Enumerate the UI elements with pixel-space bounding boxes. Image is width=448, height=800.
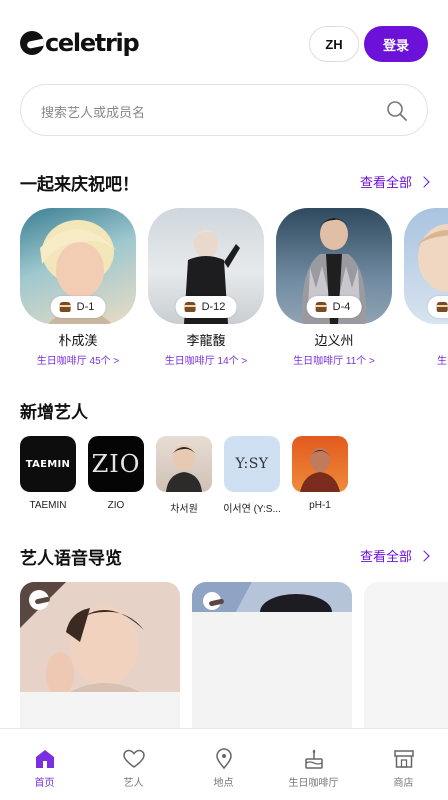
birthday-section-title: 一起来庆祝吧！ [20,175,139,194]
birthday-cafes-link[interactable]: 生日咖啡厅 45个 > [20,352,136,367]
tab-birthday-cafes[interactable]: 生日咖啡厅 [269,729,358,800]
voice-guide-title: 艺人语音导览 [20,549,122,568]
cake-icon [184,302,196,312]
artist-thumbnail[interactable]: ZIO [88,436,144,492]
tab-label: 生日咖啡厅 [288,778,339,789]
celetrip-badge-icon [29,590,49,610]
cake-icon [59,302,71,312]
artist-thumbnail[interactable]: TAEMIN [20,436,76,492]
cake-icon [436,302,448,312]
dday-text: D-12 [201,301,226,313]
dday-badge: D- [427,296,448,318]
birthday-cafes-link[interactable]: 生日咖啡厅 11个 > [276,352,392,367]
new-artists-title: 新增艺人 [20,403,88,422]
birthday-cafes-link[interactable]: 生日咖啡厅 [404,352,448,367]
zio-logo-text: ZIO [91,450,141,478]
artist-name[interactable]: 边义州 [276,330,392,349]
new-artist-item[interactable]: ZIO ZIO [88,436,144,511]
artist-name: pH-1 [309,500,331,511]
artist-name: 이서연 (Y:S... [223,504,281,515]
tab-label: 艺人 [123,778,144,789]
new-artist-item[interactable]: pH-1 [292,436,348,511]
cake-icon [304,749,323,769]
artist-name: 차서원 [170,504,198,515]
artist-name: ZIO [107,500,125,511]
dday-text: D-4 [332,301,351,313]
artist-thumbnail[interactable]: Y:SY [224,436,280,492]
dday-text: D-1 [76,301,95,313]
artist-photo[interactable]: D-4 [276,208,392,324]
dday-badge: D-4 [306,296,362,318]
heart-icon [122,749,145,768]
voice-guide-card[interactable] [364,582,448,728]
tab-places[interactable]: 地点 [179,729,268,800]
tab-label: 地点 [213,778,234,789]
tab-store[interactable]: 商店 [359,729,448,800]
dday-badge: D-12 [175,296,237,318]
artist-name[interactable]: 李龍馥 [148,330,264,349]
birthday-card[interactable]: D- 关 生日咖啡厅 [404,208,448,367]
chevron-right-icon [418,175,430,188]
voice-guide-card[interactable] [20,582,180,728]
home-icon [35,750,54,768]
artist-name[interactable]: 关 [404,330,448,349]
new-artist-item[interactable]: TAEMIN TAEMIN [20,436,76,511]
tab-label: 首页 [34,778,55,789]
birthday-card[interactable]: D-12 李龍馥 生日咖啡厅 14个 > [148,208,264,367]
celetrip-logo[interactable]: celetrip [20,29,140,57]
birthday-cafes-link[interactable]: 生日咖啡厅 14个 > [148,352,264,367]
new-artist-item[interactable]: 차서원 [156,436,212,515]
new-artists-row[interactable]: TAEMIN TAEMIN ZIO ZIO 차서원 Y:SY 이서연 (Y:S.… [20,436,448,516]
birthday-card[interactable]: D-1 朴成渼 生日咖啡厅 45个 > [20,208,136,367]
birthday-card[interactable]: D-4 边义州 生日咖啡厅 11个 > [276,208,392,367]
artist-name: TAEMIN [29,500,67,511]
search-placeholder[interactable]: 搜索艺人或成员名 [41,102,145,121]
artist-name[interactable]: 朴成渼 [20,330,136,349]
see-all-label: 查看全部 [359,175,412,190]
bottom-tab-bar: 首页 艺人 地点 生日咖啡厅 商店 [0,728,448,800]
language-button[interactable]: ZH [309,26,359,62]
artist-photo[interactable]: D- [404,208,448,324]
taemin-logo-text: TAEMIN [25,458,71,470]
search-bar[interactable]: 搜索艺人或成员名 [20,84,428,136]
tab-artists[interactable]: 艺人 [89,729,178,800]
cake-icon [315,302,327,312]
dday-badge: D-1 [50,296,106,318]
birthday-carousel[interactable]: D-1 朴成渼 生日咖啡厅 45个 > D-12 李龍馥 生日咖啡厅 14个 > [20,208,448,368]
tab-home[interactable]: 首页 [0,729,89,800]
birthday-see-all-link[interactable]: 查看全部 [359,172,430,191]
logo-mark-icon [20,31,44,55]
location-pin-icon [215,748,232,770]
voice-guide-see-all-link[interactable]: 查看全部 [359,546,430,565]
artist-photo-art [300,448,340,492]
artist-photo[interactable]: D-1 [20,208,136,324]
chevron-right-icon [418,549,430,562]
logo-text: celetrip [45,29,140,57]
header: celetrip ZH 登录 [0,0,448,86]
artist-photo[interactable]: D-12 [148,208,264,324]
artist-photo-art [166,445,202,492]
ysy-logo-text: Y:SY [235,456,269,472]
search-icon[interactable] [385,99,409,123]
see-all-label: 查看全部 [359,549,412,564]
new-artist-item[interactable]: Y:SY 이서연 (Y:S... [223,436,281,515]
tab-label: 商店 [393,778,414,789]
store-icon [393,750,414,768]
artist-thumbnail[interactable] [156,436,212,492]
celetrip-badge-icon [203,592,221,610]
login-button[interactable]: 登录 [364,26,428,62]
artist-thumbnail[interactable] [292,436,348,492]
voice-guide-carousel[interactable] [20,582,448,728]
voice-guide-card[interactable] [192,582,352,728]
